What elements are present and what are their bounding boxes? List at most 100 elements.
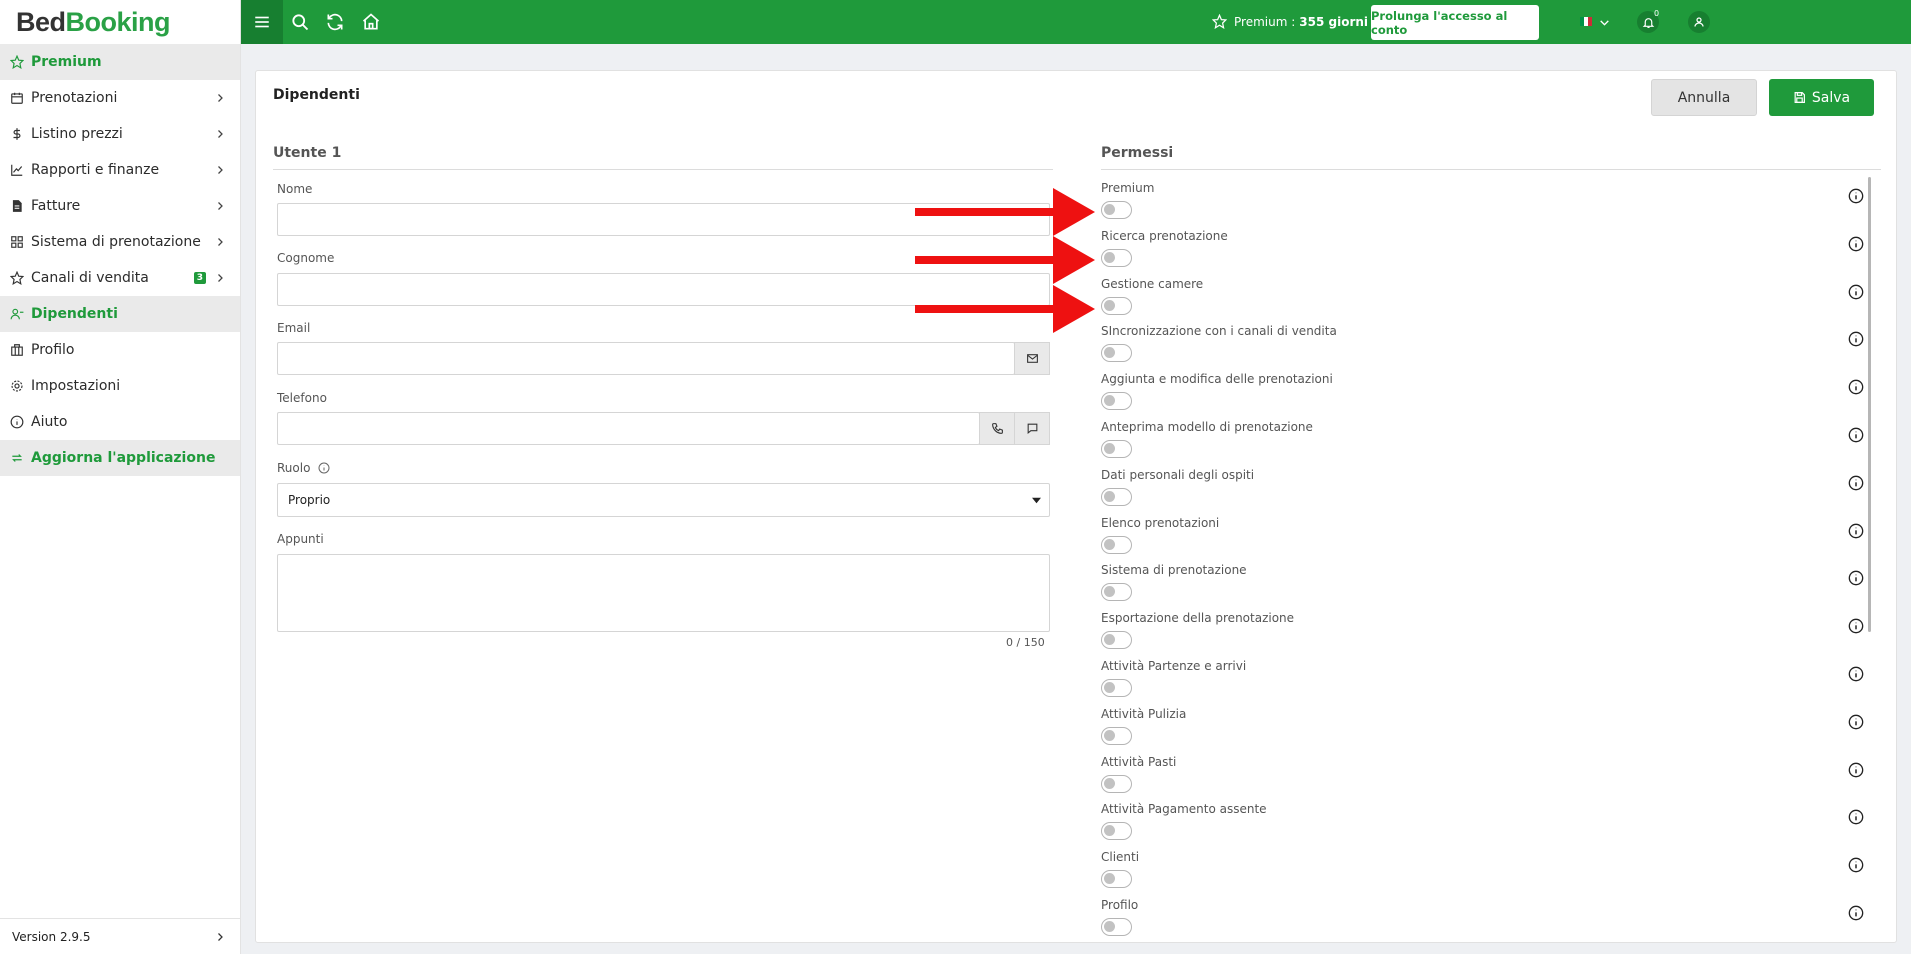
permission-toggle[interactable] xyxy=(1101,248,1132,267)
call-button[interactable] xyxy=(979,412,1015,445)
surname-label: Cognome xyxy=(277,251,335,265)
star-icon xyxy=(10,55,24,69)
sidebar-item-label: Profilo xyxy=(31,342,75,358)
chevron-right-icon xyxy=(218,238,223,246)
permission-toggle[interactable] xyxy=(1101,918,1132,936)
info-icon[interactable] xyxy=(1848,475,1864,491)
permission-toggle[interactable] xyxy=(1101,344,1132,363)
permission-toggle[interactable] xyxy=(1101,774,1132,793)
brand-logo[interactable]: Bed Booking xyxy=(0,0,240,44)
search-icon[interactable] xyxy=(290,12,310,32)
info-icon[interactable] xyxy=(1848,188,1864,204)
menu-toggle-button[interactable] xyxy=(241,0,283,44)
permission-toggle[interactable] xyxy=(1101,822,1132,841)
info-icon[interactable] xyxy=(1848,857,1864,873)
sidebar-item-aiuto[interactable]: Aiuto xyxy=(0,404,240,440)
permission-label: Profilo xyxy=(1101,898,1139,912)
sms-button[interactable] xyxy=(1014,412,1050,445)
permission-toggle[interactable] xyxy=(1101,296,1132,315)
user-menu-button[interactable] xyxy=(1688,11,1710,33)
send-email-button[interactable] xyxy=(1014,342,1050,375)
phone-field[interactable] xyxy=(277,412,980,445)
sidebar-item-dipendenti[interactable]: Dipendenti xyxy=(0,296,240,332)
chevron-down-icon[interactable] xyxy=(1598,16,1611,29)
refresh-icon[interactable] xyxy=(325,12,345,32)
notes-textarea[interactable] xyxy=(277,554,1050,632)
role-label-group: Ruolo xyxy=(277,461,330,475)
calendar-icon xyxy=(11,92,23,104)
permission-toggle[interactable] xyxy=(1101,201,1132,219)
toggle-knob xyxy=(1104,921,1115,932)
premium-label: Premium : xyxy=(1234,14,1296,29)
permission-row: Attività Partenze e arrivi xyxy=(1101,659,1881,707)
extend-access-button[interactable]: Prolunga l'accesso al conto xyxy=(1371,5,1539,40)
permission-toggle[interactable] xyxy=(1101,870,1132,889)
home-icon[interactable] xyxy=(361,12,381,32)
info-icon[interactable] xyxy=(1848,523,1864,539)
toggle-knob xyxy=(1104,251,1115,263)
save-button-label: Salva xyxy=(1811,89,1851,106)
sidebar-item-canali[interactable]: Canali di vendita 3 xyxy=(0,260,240,296)
permission-row: Sistema di prenotazione xyxy=(1101,563,1881,611)
info-icon[interactable] xyxy=(1848,905,1864,921)
sidebar: Bed Booking Premium Prenotazioni Listino … xyxy=(0,0,241,954)
permission-toggle[interactable] xyxy=(1101,487,1132,506)
cancel-button[interactable]: Annulla xyxy=(1651,79,1757,116)
sidebar-item-impostazioni[interactable]: Impostazioni xyxy=(0,368,240,404)
permission-toggle[interactable] xyxy=(1101,631,1132,650)
info-icon[interactable] xyxy=(1848,666,1864,682)
sidebar-item-fatture[interactable]: Fatture xyxy=(0,188,240,224)
info-icon[interactable] xyxy=(1848,331,1864,347)
permission-row: Ricerca prenotazione xyxy=(1101,229,1881,277)
sidebar-item-sistema[interactable]: Sistema di prenotazione xyxy=(0,224,240,260)
gear-icon xyxy=(11,380,23,392)
sidebar-item-premium[interactable]: Premium xyxy=(0,44,240,80)
email-field[interactable] xyxy=(277,342,1015,375)
version-label: Version 2.9.5 xyxy=(12,929,91,944)
permission-toggle[interactable] xyxy=(1101,392,1132,411)
sidebar-item-profilo[interactable]: Profilo xyxy=(0,332,240,368)
permission-toggle[interactable] xyxy=(1101,440,1132,458)
sidebar-item-label: Sistema di prenotazione xyxy=(31,234,201,250)
sidebar-item-rapporti[interactable]: Rapporti e finanze xyxy=(0,152,240,188)
permission-toggle[interactable] xyxy=(1101,535,1132,554)
sidebar-item-listino-prezzi[interactable]: Listino prezzi xyxy=(0,116,240,152)
toggle-knob xyxy=(1104,490,1115,502)
language-flag-icon[interactable] xyxy=(1580,17,1592,26)
sidebar-item-prenotazioni[interactable]: Prenotazioni xyxy=(0,80,240,116)
sidebar-item-label: Canali di vendita xyxy=(31,270,149,286)
permission-toggle[interactable] xyxy=(1101,679,1132,697)
permission-label: Attività Pasti xyxy=(1101,754,1177,769)
info-icon[interactable] xyxy=(1848,809,1864,825)
permission-toggle[interactable] xyxy=(1101,726,1132,745)
info-icon[interactable] xyxy=(1848,236,1864,252)
info-icon[interactable] xyxy=(1848,379,1864,395)
info-icon[interactable] xyxy=(1848,714,1864,730)
red-arrow-icon xyxy=(915,285,1095,333)
info-icon[interactable] xyxy=(1848,284,1864,300)
caret-down-icon xyxy=(1032,497,1041,503)
info-icon[interactable] xyxy=(1848,427,1864,443)
premium-days: 355 giorni xyxy=(1299,14,1369,29)
info-icon[interactable] xyxy=(1848,618,1864,634)
sidebar-item-aggiorna[interactable]: Aggiorna l'applicazione xyxy=(0,440,240,476)
info-icon[interactable] xyxy=(1848,762,1864,778)
permission-label: Attività Partenze e arrivi xyxy=(1101,659,1247,673)
role-select[interactable]: Proprio xyxy=(277,483,1050,517)
save-button[interactable]: Salva xyxy=(1769,79,1874,116)
premium-status: Premium : 355 giorni xyxy=(1212,14,1368,29)
info-icon[interactable] xyxy=(1848,570,1864,586)
chevron-right-icon xyxy=(218,202,223,210)
sidebar-item-label: Fatture xyxy=(31,198,81,214)
permission-toggle[interactable] xyxy=(1101,583,1132,602)
notification-count: 0 xyxy=(1654,9,1660,18)
toggle-knob xyxy=(1104,347,1115,359)
chevron-right-icon xyxy=(218,274,223,282)
permission-row: Premium xyxy=(1101,181,1881,229)
info-icon[interactable] xyxy=(318,462,330,474)
permissions-scrollbar[interactable] xyxy=(1868,177,1871,632)
sidebar-item-label: Aggiorna l'applicazione xyxy=(31,450,216,466)
sidebar-item-label: Prenotazioni xyxy=(31,90,118,106)
version-info[interactable]: Version 2.9.5 xyxy=(0,918,240,954)
toggle-knob xyxy=(1104,299,1115,311)
